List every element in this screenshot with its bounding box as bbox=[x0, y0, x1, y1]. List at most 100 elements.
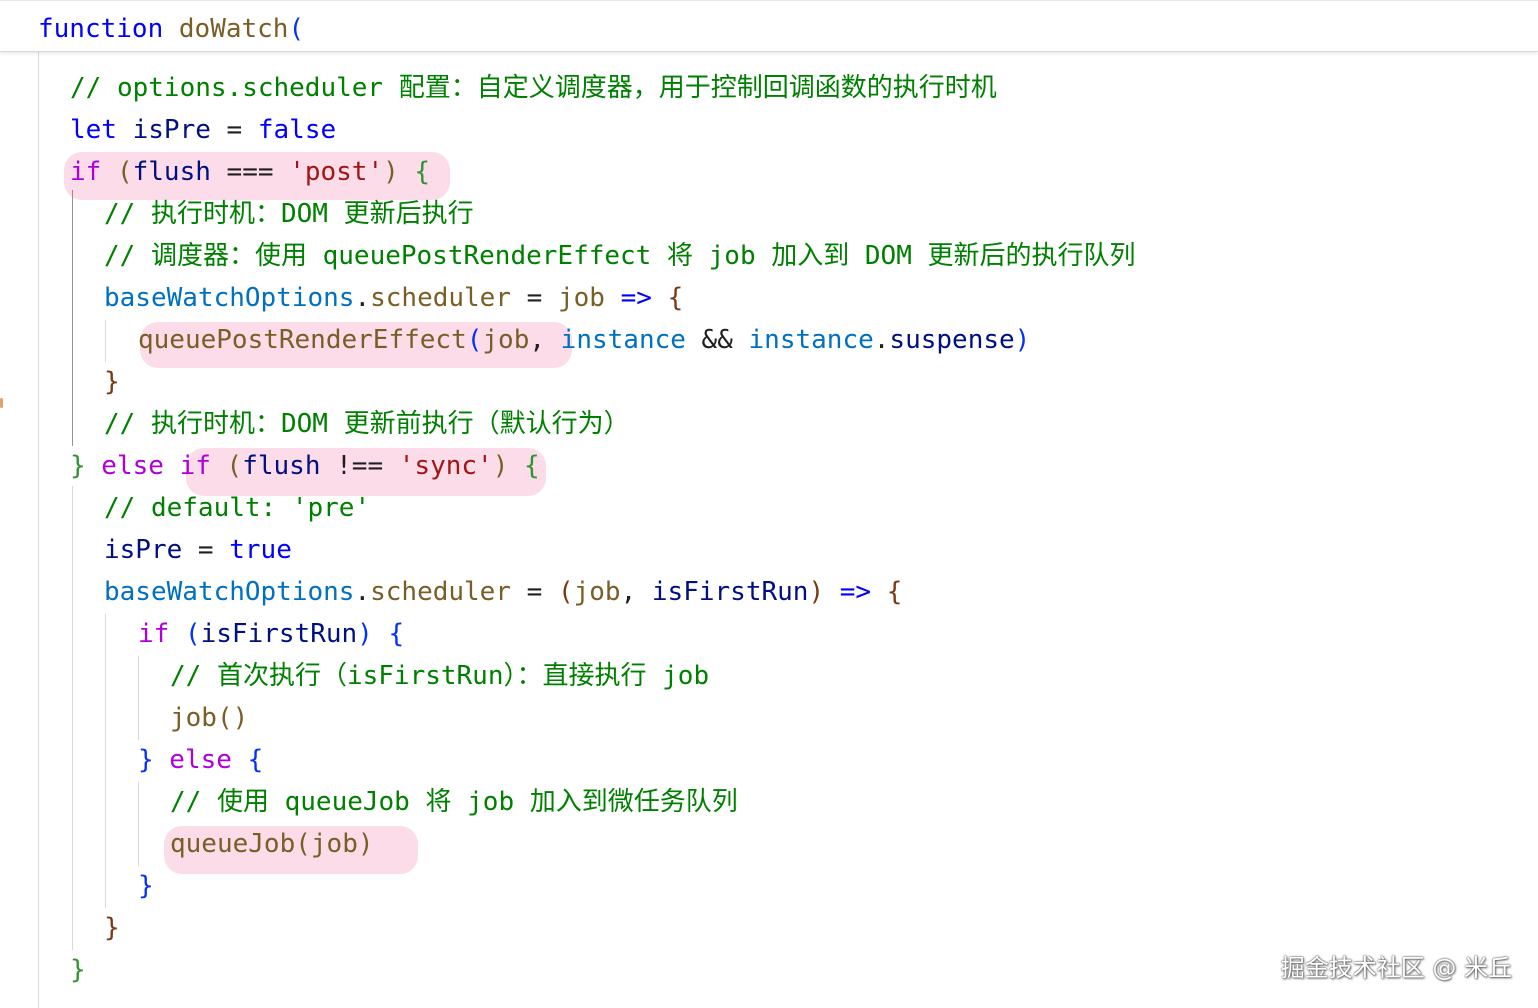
code-token: . bbox=[873, 325, 890, 355]
code-line-17[interactable]: } else { bbox=[138, 740, 263, 780]
code-line-11[interactable]: // default: 'pre' bbox=[104, 488, 370, 528]
code-line-1[interactable]: // options.scheduler 配置：自定义调度器，用于控制回调函数的… bbox=[70, 68, 997, 108]
indent-guide-scheduler-pre bbox=[105, 614, 106, 908]
code-token: queuePostRenderEffect bbox=[138, 325, 467, 355]
code-token: , bbox=[529, 325, 561, 355]
code-token: { bbox=[667, 283, 684, 313]
code-token: true bbox=[229, 535, 292, 565]
code-token: let bbox=[70, 115, 117, 145]
code-token: ) bbox=[1014, 325, 1031, 355]
code-token: { bbox=[508, 451, 540, 481]
open-paren: ( bbox=[288, 14, 305, 44]
code-token: => bbox=[824, 577, 887, 607]
code-token: instance bbox=[560, 325, 686, 355]
code-token: === bbox=[210, 157, 290, 187]
code-token: } bbox=[104, 913, 120, 943]
code-token: . bbox=[354, 577, 371, 607]
code-token: baseWatchOptions bbox=[104, 283, 355, 313]
code-line-5[interactable]: // 调度器：使用 queuePostRenderEffect 将 job 加入… bbox=[104, 236, 1136, 276]
code-token: . bbox=[354, 283, 371, 313]
code-token: instance bbox=[748, 325, 874, 355]
keyword-function: function bbox=[38, 14, 164, 44]
code-token: ) bbox=[492, 451, 509, 481]
code-token: ) bbox=[808, 577, 825, 607]
code-token: isFirstRun bbox=[651, 577, 809, 607]
code-token: = bbox=[226, 115, 258, 145]
code-token: ) bbox=[357, 829, 374, 859]
code-line-10[interactable]: } else if (flush !== 'sync') { bbox=[70, 446, 540, 486]
indent-guide-else-if-sync bbox=[72, 486, 73, 950]
code-line-12[interactable]: isPre = true bbox=[104, 530, 292, 570]
code-token: ) bbox=[383, 157, 399, 187]
code-line-8[interactable]: } bbox=[104, 362, 120, 402]
code-token: flush bbox=[132, 157, 211, 187]
indent-guide-if-post bbox=[72, 190, 73, 446]
code-token: isPre bbox=[116, 115, 227, 145]
code-token: ( bbox=[210, 451, 243, 481]
code-token: = bbox=[511, 283, 558, 313]
code-token: flush bbox=[242, 451, 321, 481]
code-token: ( bbox=[466, 325, 483, 355]
code-line-9[interactable]: // 执行时机：DOM 更新前执行（默认行为） bbox=[104, 404, 630, 444]
code-line-21[interactable]: } bbox=[104, 908, 120, 948]
code-token: else bbox=[85, 451, 180, 481]
code-line-3[interactable]: if (flush === 'post') { bbox=[70, 152, 430, 192]
code-token: job bbox=[310, 829, 358, 859]
code-token: if bbox=[179, 451, 211, 481]
code-token: job bbox=[482, 325, 530, 355]
code-token: ( bbox=[169, 619, 201, 649]
code-token: false bbox=[257, 115, 337, 145]
code-token: job bbox=[573, 577, 621, 607]
code-line-15[interactable]: // 首次执行（isFirstRun）：直接执行 job bbox=[170, 656, 709, 696]
code-token: ) bbox=[357, 619, 373, 649]
indent-guide-else-branch bbox=[138, 782, 139, 866]
code-token: queueJob bbox=[170, 829, 296, 859]
code-token: } bbox=[70, 955, 86, 985]
code-token: suspense bbox=[889, 325, 1015, 355]
code-token: isFirstRun bbox=[200, 619, 358, 649]
code-line-18[interactable]: // 使用 queueJob 将 job 加入到微任务队列 bbox=[170, 782, 738, 822]
code-token: } bbox=[138, 745, 154, 775]
code-token: // 执行时机：DOM 更新前执行（默认行为） bbox=[104, 409, 630, 439]
code-token: if bbox=[70, 157, 102, 187]
code-line-19[interactable]: queueJob(job) bbox=[170, 824, 374, 864]
code-token: { bbox=[372, 619, 405, 649]
code-token: ( bbox=[557, 577, 574, 607]
code-token: ( bbox=[295, 829, 311, 859]
code-line-16[interactable]: job() bbox=[170, 698, 248, 738]
code-token: 'post' bbox=[289, 157, 384, 187]
indent-guide-function-body bbox=[38, 52, 39, 1008]
sticky-function-signature[interactable]: function doWatch( bbox=[38, 11, 304, 47]
code-token: ( bbox=[101, 157, 133, 187]
code-token: job bbox=[557, 283, 605, 313]
function-name: doWatch bbox=[178, 14, 289, 44]
code-token: => bbox=[604, 283, 668, 313]
code-token: } bbox=[138, 871, 154, 901]
code-line-4[interactable]: // 执行时机：DOM 更新后执行 bbox=[104, 194, 474, 234]
code-line-14[interactable]: if (isFirstRun) { bbox=[138, 614, 404, 654]
code-token: { bbox=[247, 745, 264, 775]
code-line-20[interactable]: } bbox=[138, 866, 154, 906]
code-token: } bbox=[104, 367, 120, 397]
code-token: // 首次执行（isFirstRun）：直接执行 job bbox=[170, 661, 710, 691]
code-line-22[interactable]: } bbox=[70, 950, 86, 990]
indent-guide-if-first-run bbox=[138, 656, 139, 740]
code-token: && bbox=[685, 325, 749, 355]
sticky-scroll-header[interactable]: function doWatch( bbox=[0, 0, 1538, 52]
code-token: () bbox=[216, 703, 249, 733]
code-token: // 执行时机：DOM 更新后执行 bbox=[104, 199, 474, 229]
code-line-6[interactable]: baseWatchOptions.scheduler = job => { bbox=[104, 278, 683, 318]
code-token: { bbox=[886, 577, 903, 607]
code-token: !== bbox=[320, 451, 399, 481]
code-token: // options.scheduler 配置：自定义调度器，用于控制回调函数的… bbox=[70, 73, 997, 103]
code-token: scheduler bbox=[370, 283, 511, 313]
code-token: // 调度器：使用 queuePostRenderEffect 将 job 加入… bbox=[104, 241, 1136, 271]
code-token: } bbox=[70, 451, 86, 481]
code-token: 'sync' bbox=[398, 451, 493, 481]
code-line-7[interactable]: queuePostRenderEffect(job, instance && i… bbox=[138, 320, 1030, 360]
code-token: isPre bbox=[104, 535, 183, 565]
code-token: = bbox=[511, 577, 558, 607]
code-editor[interactable]: function doWatch( // options.scheduler 配… bbox=[0, 0, 1538, 1008]
code-line-13[interactable]: baseWatchOptions.scheduler = (job, isFir… bbox=[104, 572, 902, 612]
code-line-2[interactable]: let isPre = false bbox=[70, 110, 336, 150]
